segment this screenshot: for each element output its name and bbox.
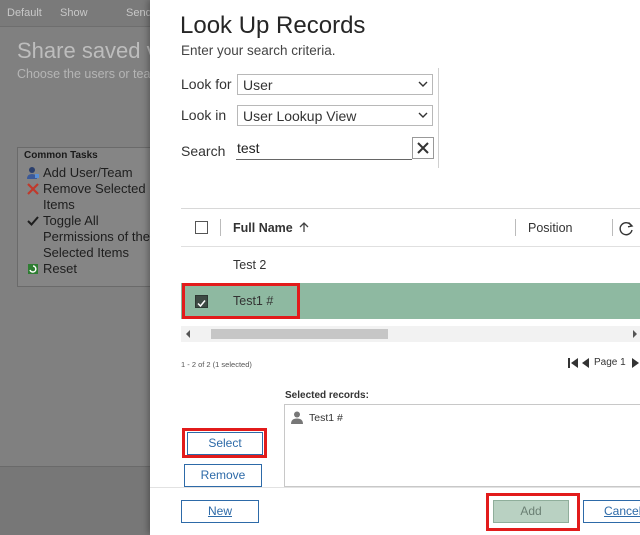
selected-records-label: Selected records:	[285, 390, 369, 401]
cancel-button[interactable]: Cancel	[583, 500, 640, 523]
select-button[interactable]: Select	[187, 432, 263, 455]
task-label: Add User/Team	[43, 165, 133, 180]
background-subtitle: Choose the users or tea	[17, 67, 151, 81]
chevron-down-icon	[418, 81, 428, 87]
table-row[interactable]: Test 2	[181, 247, 640, 283]
column-header-position[interactable]: Position	[528, 221, 572, 235]
search-label: Search	[181, 143, 226, 159]
search-input[interactable]	[236, 137, 412, 160]
look-for-select[interactable]: User	[237, 74, 433, 95]
selected-record-label: Test1 #	[309, 412, 343, 424]
first-page-icon[interactable]	[567, 356, 579, 370]
checkmark-icon	[26, 214, 40, 228]
scroll-right-arrow-icon[interactable]	[631, 326, 639, 342]
task-label: Reset	[43, 261, 77, 276]
dialog-title: Look Up Records	[180, 12, 366, 39]
background-title: Share saved v	[17, 38, 158, 63]
chevron-down-icon	[418, 112, 428, 118]
add-button[interactable]: Add	[493, 500, 569, 523]
background-footer	[0, 466, 150, 535]
background-toolbar: Default Show Send	[0, 0, 152, 27]
task-add-user-team: Add User/Team	[18, 165, 158, 181]
look-for-value: User	[243, 77, 273, 93]
selected-records-list: Test1 #	[284, 404, 640, 487]
task-label: Toggle All Permissions of the Selected I…	[43, 213, 150, 260]
select-all-checkbox[interactable]	[195, 221, 208, 234]
remove-x-icon	[26, 182, 40, 196]
new-button[interactable]: New	[181, 500, 259, 523]
look-in-label: Look in	[181, 107, 227, 123]
column-separator	[220, 219, 221, 236]
look-for-label: Look for	[181, 76, 232, 92]
next-page-icon[interactable]	[630, 356, 640, 370]
dialog-subtitle: Enter your search criteria.	[181, 43, 336, 58]
horizontal-scrollbar[interactable]	[181, 326, 640, 342]
look-in-select[interactable]: User Lookup View	[237, 105, 433, 126]
scroll-left-arrow-icon[interactable]	[184, 326, 192, 342]
previous-page-icon[interactable]	[581, 356, 591, 370]
scrollbar-thumb[interactable]	[211, 329, 388, 339]
toolbar-send: Send	[126, 7, 152, 19]
toolbar-show: Show	[60, 7, 88, 19]
remove-button[interactable]: Remove	[184, 464, 262, 487]
task-reset: Reset	[18, 261, 158, 277]
page-label: Page 1	[594, 357, 626, 368]
search-field	[236, 137, 436, 161]
record-count: 1 - 2 of 2 (1 selected)	[181, 360, 252, 369]
close-icon	[417, 142, 429, 154]
clear-search-button[interactable]	[412, 137, 434, 159]
column-separator	[612, 219, 613, 236]
refresh-icon[interactable]	[618, 220, 635, 237]
add-user-icon	[26, 166, 40, 180]
column-label: Full Name	[233, 221, 293, 235]
common-tasks-header: Common Tasks	[24, 150, 98, 161]
full-name-cell: Test 2	[233, 258, 267, 272]
user-icon	[291, 411, 303, 424]
checkmark-icon	[197, 300, 206, 308]
look-in-value: User Lookup View	[243, 108, 357, 124]
column-header-full-name[interactable]: Full Name	[233, 221, 309, 235]
table-row-selected[interactable]: Test1 #	[181, 283, 640, 319]
column-separator	[515, 219, 516, 236]
task-remove-selected: Remove Selected Items	[18, 181, 158, 213]
results-grid: Full Name Position Test 2 Test1 # 1 - 2 …	[181, 208, 640, 382]
row-checkbox-checked[interactable]	[195, 295, 208, 308]
toolbar-default: Default	[7, 7, 42, 19]
task-toggle-all: Toggle All Permissions of the Selected I…	[18, 213, 158, 261]
grid-header: Full Name Position	[181, 209, 640, 247]
full-name-cell: Test1 #	[233, 294, 274, 308]
sort-ascending-icon	[299, 222, 309, 232]
reset-icon	[26, 262, 40, 276]
lookup-records-dialog: Look Up Records Enter your search criter…	[150, 0, 640, 535]
common-tasks-panel: Common Tasks Add User/Team Remove Select…	[17, 147, 159, 287]
task-label: Remove Selected Items	[43, 181, 146, 212]
form-divider	[438, 68, 439, 168]
